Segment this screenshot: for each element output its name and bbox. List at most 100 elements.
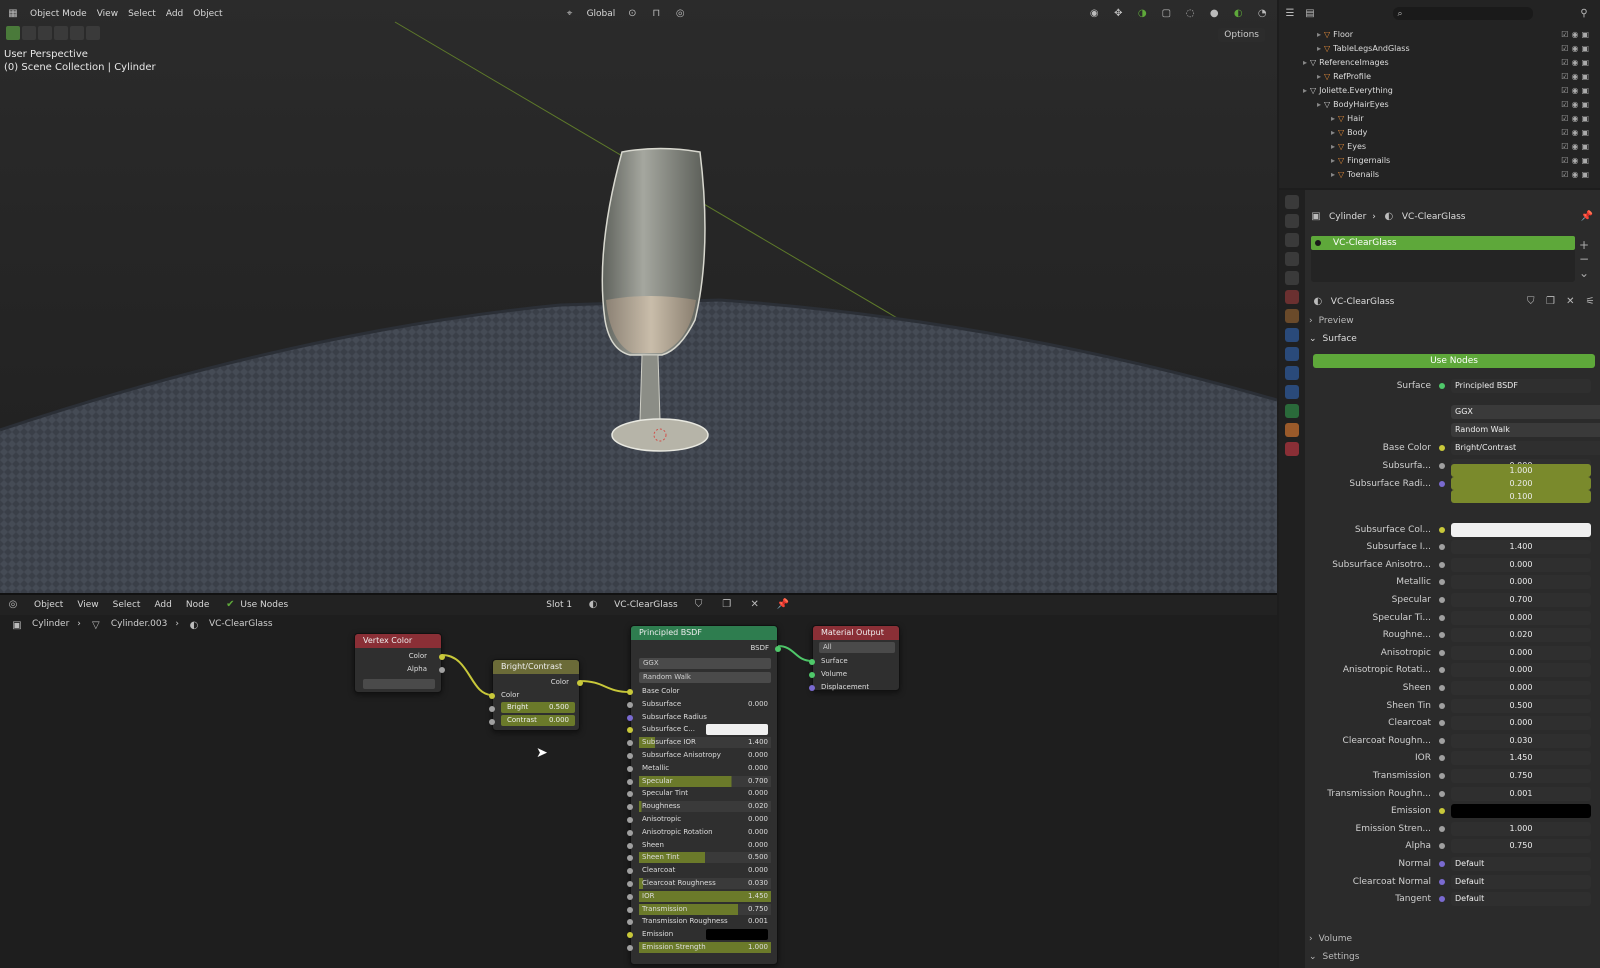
- outliner-item[interactable]: ▸ ▽ Eyes ☑ ◉ ▣: [1331, 140, 1589, 154]
- bright-socket[interactable]: [489, 706, 495, 712]
- value-slider[interactable]: 0.000: [1451, 681, 1591, 695]
- value-slider[interactable]: 1.400: [1451, 540, 1591, 555]
- node-input-row[interactable]: Subsurface Anisotropy 0.000: [639, 750, 771, 761]
- node-input-row[interactable]: Metallic 0.000: [639, 763, 771, 774]
- input-socket[interactable]: [627, 945, 633, 951]
- scene-tab-icon[interactable]: [1285, 271, 1299, 285]
- value-slider[interactable]: 0.000: [1451, 557, 1591, 572]
- node-input-row[interactable]: IOR 1.450: [639, 890, 771, 902]
- 3d-viewport[interactable]: ▦ Object Mode View Select Add Object ⌖ G…: [0, 0, 1277, 593]
- checkbox-icon[interactable]: ☑: [1561, 140, 1568, 154]
- orientation-dropdown[interactable]: Global: [587, 9, 616, 19]
- value-slider[interactable]: 0.030: [1451, 733, 1591, 748]
- input-color-socket[interactable]: [489, 693, 495, 699]
- output-color-socket[interactable]: [439, 654, 445, 660]
- outliner-item[interactable]: ▸ ▽ TableLegsAndGlass ☑ ◉ ▣: [1317, 42, 1589, 56]
- volume-socket[interactable]: [809, 672, 815, 678]
- target-dropdown[interactable]: All: [819, 642, 895, 653]
- shading-wireframe-icon[interactable]: ◌: [1183, 7, 1197, 21]
- base-color-link-field[interactable]: Bright/Contrast: [1451, 441, 1600, 455]
- input-socket[interactable]: [627, 817, 633, 823]
- input-socket[interactable]: [627, 714, 633, 721]
- input-socket[interactable]: [627, 689, 633, 695]
- material-slot-item[interactable]: VC-ClearGlass: [1311, 236, 1575, 250]
- outliner-item[interactable]: ▸ ▽ Fingernails ☑ ◉ ▣: [1331, 154, 1589, 168]
- checkbox-icon[interactable]: ☑: [1561, 168, 1568, 182]
- modifier-tab-icon[interactable]: [1285, 328, 1299, 342]
- volume-panel-header[interactable]: › Volume: [1309, 934, 1352, 944]
- node-input-row[interactable]: Emission: [639, 929, 771, 941]
- eye-icon[interactable]: ◉: [1571, 56, 1578, 70]
- remove-slot-icon[interactable]: −: [1579, 252, 1589, 266]
- filter-icon[interactable]: ⚲: [1577, 7, 1591, 21]
- add-slot-icon[interactable]: +: [1579, 238, 1589, 252]
- value-slider[interactable]: 0.750: [1451, 839, 1591, 854]
- value-slider[interactable]: 0.750: [1451, 769, 1591, 783]
- checkbox-icon[interactable]: ☑: [1561, 28, 1568, 42]
- outliner-item[interactable]: ▸ ▽ Toenails ☑ ◉ ▣: [1331, 168, 1589, 182]
- visibility-icon[interactable]: ◉: [1087, 7, 1101, 21]
- bright-contrast-node[interactable]: Bright/Contrast Color Color Bright 0.500 …: [489, 659, 583, 731]
- search-input[interactable]: ⌕: [1393, 7, 1533, 20]
- object-tab-icon[interactable]: [1285, 309, 1299, 323]
- menu-object[interactable]: Object: [193, 9, 222, 19]
- snap-icon[interactable]: ⊓: [649, 7, 663, 21]
- checkbox-icon[interactable]: ☑: [1561, 84, 1568, 98]
- overlays-icon[interactable]: ◑: [1135, 7, 1149, 21]
- node-input-row[interactable]: Clearcoat 0.000: [639, 865, 771, 876]
- duplicate-icon[interactable]: ❐: [1544, 295, 1558, 309]
- render-tab-icon[interactable]: [1285, 214, 1299, 228]
- eye-icon[interactable]: ◉: [1571, 140, 1578, 154]
- checkbox-icon[interactable]: ☑: [1561, 112, 1568, 126]
- proportional-edit-icon[interactable]: ◎: [673, 7, 687, 21]
- node-input-row[interactable]: Sheen 0.000: [639, 840, 771, 851]
- value-slider[interactable]: 0.001: [1451, 786, 1591, 801]
- value-slider[interactable]: 1.000: [1451, 821, 1591, 836]
- menu-add[interactable]: Add: [166, 9, 183, 19]
- disclosure-triangle-icon[interactable]: ▸: [1317, 42, 1321, 56]
- eye-icon[interactable]: ◉: [1571, 28, 1578, 42]
- outliner-item[interactable]: ▸ ▽ Hair ☑ ◉ ▣: [1331, 112, 1589, 126]
- node-input-row[interactable]: Anisotropic 0.000: [639, 814, 771, 825]
- displacement-socket[interactable]: [809, 685, 815, 691]
- input-socket[interactable]: [627, 906, 633, 913]
- subsurface-radius-field[interactable]: 1.000: [1451, 464, 1591, 478]
- surface-socket[interactable]: [809, 659, 815, 665]
- mode-dropdown[interactable]: Object Mode: [30, 9, 87, 19]
- vertex-color-node[interactable]: Vertex Color Color Alpha: [354, 633, 445, 693]
- link-field[interactable]: Default: [1451, 857, 1591, 871]
- outliner-item[interactable]: ▸ ▽ RefProfile ☑ ◉ ▣: [1317, 70, 1589, 84]
- camera-icon[interactable]: ▣: [1581, 56, 1589, 70]
- disclosure-triangle-icon[interactable]: ▸: [1331, 126, 1335, 140]
- node-input-row[interactable]: Subsurface Radius: [639, 712, 771, 723]
- disclosure-triangle-icon[interactable]: ▸: [1317, 98, 1321, 112]
- node-input-row[interactable]: Roughness 0.020: [639, 801, 771, 813]
- node-tree-icon[interactable]: ⚟: [1583, 295, 1597, 309]
- subsurface-radius-field[interactable]: 0.100: [1451, 490, 1591, 504]
- eye-icon[interactable]: ◉: [1571, 98, 1578, 112]
- fake-user-icon[interactable]: ⛉: [1524, 295, 1538, 309]
- disclosure-triangle-icon[interactable]: ▸: [1331, 112, 1335, 126]
- pin-icon[interactable]: 📌: [1580, 210, 1594, 224]
- node-input-row[interactable]: Subsurface C...: [639, 724, 771, 736]
- material-tab-icon[interactable]: [1285, 423, 1299, 437]
- input-socket[interactable]: [627, 701, 633, 708]
- surface-panel-header[interactable]: ⌄ Surface: [1309, 334, 1357, 344]
- eye-icon[interactable]: ◉: [1571, 70, 1578, 84]
- particles-tab-icon[interactable]: [1285, 347, 1299, 361]
- value-slider[interactable]: 0.000: [1451, 610, 1591, 625]
- eye-icon[interactable]: ◉: [1571, 42, 1578, 56]
- outliner-item[interactable]: ▸ ▽ BodyHairEyes ☑ ◉ ▣: [1317, 98, 1589, 112]
- link-field[interactable]: Default: [1451, 874, 1591, 889]
- select-mode-invert[interactable]: [70, 26, 84, 40]
- contrast-socket[interactable]: [489, 719, 495, 725]
- input-socket[interactable]: [627, 740, 633, 747]
- color-swatch-field[interactable]: [1451, 804, 1591, 819]
- input-socket[interactable]: [627, 842, 633, 849]
- value-slider[interactable]: 0.000: [1451, 645, 1591, 660]
- value-slider[interactable]: 0.500: [1451, 698, 1591, 713]
- checkbox-icon[interactable]: ☑: [1561, 42, 1568, 56]
- properties-editor[interactable]: ▣ Cylinder › ◐ VC-ClearGlass 📌 VC-ClearG…: [1279, 190, 1600, 968]
- color-swatch[interactable]: [706, 724, 768, 736]
- eye-icon[interactable]: ◉: [1571, 126, 1578, 140]
